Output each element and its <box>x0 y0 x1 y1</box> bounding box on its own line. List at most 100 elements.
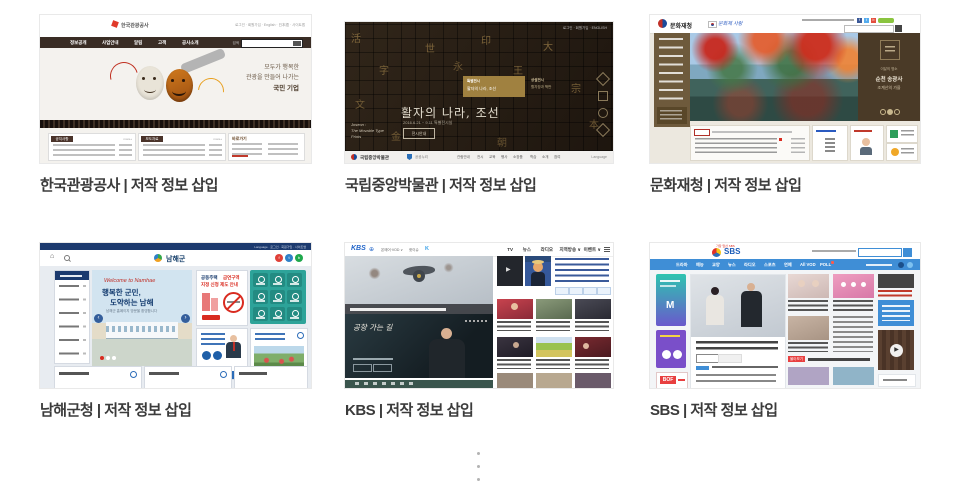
footer-menu-item: 학습 <box>530 155 537 159</box>
kto-header: 한국관광공사 로그인 · 회원가입 · English · 日本語 · 사이트맵 <box>40 15 311 37</box>
card-title-placeholder <box>149 372 179 375</box>
cha-tab-active <box>694 129 710 136</box>
kbs-hot-link: 핫이슈 <box>409 247 419 252</box>
cha-sidebar-notice-text-placeholder <box>660 110 682 121</box>
thumbnail-cha[interactable]: 문화재청 문화재 사랑 f t b 이달의 명소 순천 송광사 조계산의 가을 <box>650 15 920 163</box>
sbs-drama-photo <box>691 275 785 337</box>
thumbnail-museum[interactable]: 活 字 文 金 世 永 印 王 大 宗 本 朝 로그인 · 회원가입 · ENG… <box>345 22 613 163</box>
kbs-menu-item: 라디오 <box>540 247 553 252</box>
type-glyph: 永 <box>453 62 463 73</box>
sbs-grid-caption-placeholder <box>833 300 873 312</box>
banner-text-placeholder <box>660 335 680 337</box>
sbs-grid-thumb <box>788 367 829 385</box>
kogl-shield-icon <box>407 154 412 160</box>
facebook-icon: f <box>275 254 283 262</box>
sbs-logo-text: SBS <box>724 247 741 256</box>
carousel-dots-placeholder <box>465 320 487 322</box>
home-icon: ⌂ <box>50 253 55 260</box>
mask-smile <box>172 86 186 96</box>
footer-menu-item: 참여 <box>554 155 561 159</box>
quick-cell-icon <box>258 310 265 317</box>
kbs-news-caption-strip <box>345 304 493 314</box>
thumbnail-kbs[interactable]: KBS ⊕ 온에어·VOD ∨ 핫이슈 K TV 뉴스 라디오 지역방송 ∨ 이… <box>345 243 613 388</box>
kto-nav-item: 공사소개 <box>182 40 199 45</box>
kbs-drama-title: 공항 가는 길 <box>353 323 393 332</box>
sbs-nav-item: All VOD <box>800 262 816 267</box>
kbs-grid-thumb <box>497 373 533 388</box>
thumbnail-kto[interactable]: 한국관광공사 로그인 · 회원가입 · English · 日本語 · 사이트맵… <box>40 15 311 163</box>
kbs-thumb-trump <box>525 256 551 286</box>
carousel-dot <box>894 109 900 115</box>
kbs-grid-thumb <box>536 373 572 388</box>
kto-nav-item: 사업안내 <box>102 40 119 45</box>
loader-dot <box>477 452 480 455</box>
loader-dot <box>477 465 480 468</box>
caption-museum: 국립중앙박물관 | 저작 정보 삽입 <box>345 177 537 194</box>
mayor-quick-icon <box>213 351 222 360</box>
face-graphic <box>513 342 519 348</box>
sbs-tab-active <box>696 354 720 363</box>
kto-hero-line3: 국민 기업 <box>273 85 299 92</box>
sbs-top-links-placeholder <box>812 250 856 252</box>
namhae-hero-sub: 남해군 홈페이지 방문을 환영합니다 <box>106 309 158 313</box>
cha-top-links-placeholder <box>802 19 854 21</box>
sidebar-title-placeholder <box>60 274 82 277</box>
plus-icon <box>220 371 227 378</box>
kto-ribbon-graphic <box>192 72 230 110</box>
banner-text-placeholder <box>660 285 676 287</box>
drama-sub-placeholder <box>353 358 393 360</box>
thumbnail-namhae[interactable]: Language · 로그인 · 회원가입 · 사이트맵 ⌂ 남해군 f t b… <box>40 243 311 388</box>
kbs-header: KBS ⊕ 온에어·VOD ∨ 핫이슈 K TV 뉴스 라디오 지역방송 ∨ 이… <box>345 243 613 257</box>
museum-exhibit-banner: 특별전시 활자의 나라, 조선 <box>463 76 525 97</box>
mascot-icon <box>891 148 899 156</box>
kbs-news-photo <box>345 256 493 314</box>
kto-quicklinks-card: 바로가기 <box>228 133 305 161</box>
card-text-placeholder <box>901 130 914 138</box>
card-title-a: 공동주택 <box>201 275 218 280</box>
sbs-nav-item: 연예 <box>784 262 792 267</box>
drama-button <box>373 364 392 372</box>
kbs-grid-thumb <box>575 299 611 319</box>
cha-card-pagoda <box>812 125 848 161</box>
sbs-hot-title-placeholder <box>808 358 870 361</box>
museum-side-note2: 활자장과 책판 <box>531 85 552 89</box>
kbs-menu-item: TV <box>507 247 513 252</box>
card-title-c: 지정 신청 제도 안내 <box>201 282 238 287</box>
quick-cell <box>270 290 285 304</box>
quick-cell-label <box>273 283 282 285</box>
mask-eye <box>171 79 174 82</box>
bof-logo: BOF <box>660 376 676 384</box>
sbs-list-rows-placeholder <box>696 374 776 384</box>
quick-icon <box>598 108 608 118</box>
hamburger-menu-icon <box>604 247 610 248</box>
cha-sidebar-items-placeholder <box>659 38 683 104</box>
sbs-main-card <box>690 274 786 388</box>
caption-kbs: KBS | 저작 정보 삽입 <box>345 402 474 419</box>
card-title-placeholder <box>816 130 836 132</box>
kto-white-mask-graphic <box>136 66 164 100</box>
sbs-nav-item: 스포츠 <box>764 262 776 267</box>
kbs-quick-button <box>555 287 569 295</box>
taegeuk-mark <box>711 23 714 26</box>
banner-text-placeholder <box>678 379 685 381</box>
face-graphic <box>812 280 819 287</box>
person-icon <box>862 138 870 146</box>
kto-hahoe-mask-graphic <box>166 69 193 102</box>
kto-figure-band-graphic <box>40 120 311 128</box>
quick-cell <box>253 273 268 287</box>
namhae-nosmoking-card: 공동주택 금연구역 지정 신청 제도 안내 <box>196 270 248 326</box>
namhae-logo-text: 남해군 <box>166 256 186 263</box>
new-badge <box>779 138 782 141</box>
sbs-header: 가장 앞선 SBS SBS <box>650 243 920 259</box>
sidebar-items-placeholder <box>59 285 79 361</box>
person-body <box>860 147 872 155</box>
type-glyph: 字 <box>379 66 389 77</box>
banner-text-placeholder <box>660 280 680 282</box>
type-glyph: 活 <box>351 34 361 45</box>
cha-card-alert <box>850 125 884 161</box>
sbs-binge-badge: 몰아보기 <box>788 356 805 362</box>
twitter-icon: t <box>864 17 869 23</box>
sbs-right-caption-placeholder <box>878 290 912 297</box>
sbs-list-row-placeholder <box>712 366 778 370</box>
thumbnail-sbs[interactable]: 가장 앞선 SBS SBS 드라마 예능 교양 뉴스 라디오 스포츠 연예 Al… <box>650 243 920 388</box>
